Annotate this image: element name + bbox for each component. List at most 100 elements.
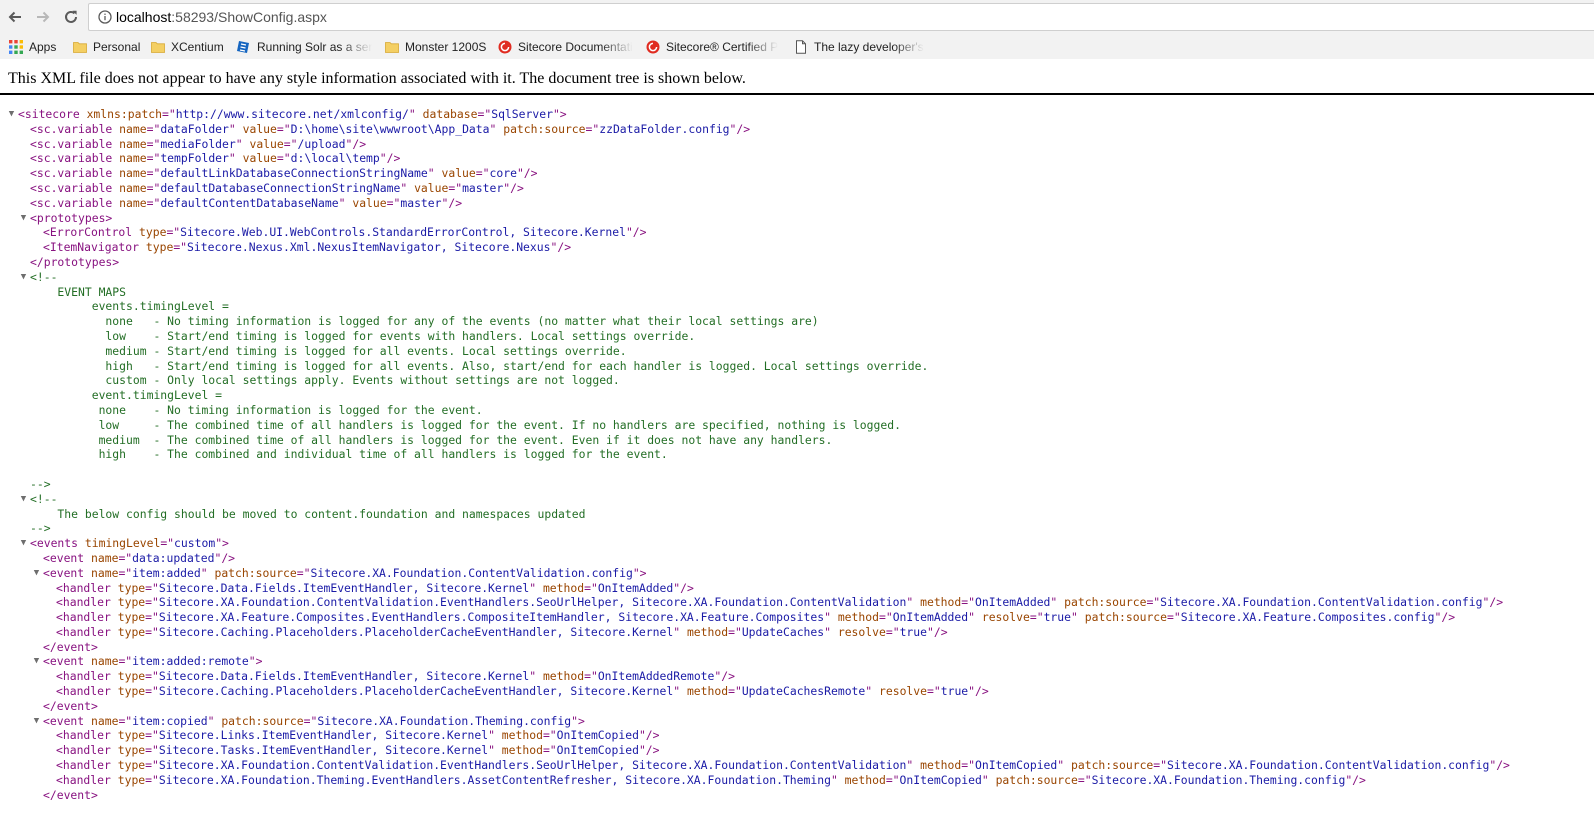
bookmark-personal[interactable]: Personal [73,34,143,59]
xml-line-text: </event> [43,639,98,654]
xml-line-text: low - The combined time of all handlers … [30,417,901,432]
xml-line: <sc.variable name="defaultContentDatabas… [0,196,1594,211]
xml-line: ▼ <events timingLevel="custom"> [0,536,1594,551]
bookmark-label: Running Solr as a ser [257,39,373,54]
reload-icon [65,10,77,23]
xml-line-text: <event name="item:added" patch:source="S… [43,565,647,580]
reload-button[interactable] [60,6,82,28]
url-text[interactable]: localhost:58293/ShowConfig.aspx [116,9,327,25]
bookmark-label: Sitecore Documentati [518,39,633,54]
xml-line: </event> [0,788,1594,803]
bookmark-apps[interactable]: Apps [9,34,67,59]
sitecore-icon [498,40,512,53]
xml-line-text: <sc.variable name="defaultDatabaseConnec… [30,180,524,195]
xml-line: --> [0,521,1594,536]
xml-line-text: high - Start/end timing is logged for al… [30,358,929,373]
xml-line: <handler type="Sitecore.Links.ItemEventH… [0,728,1594,743]
xml-line-text: medium - The combined time of all handle… [30,432,833,447]
bookmark-sitecore-certified[interactable]: Sitecore® Certified P [646,34,784,59]
collapse-toggle-icon[interactable]: ▼ [31,654,42,669]
xml-line-text: EVENT MAPS [30,284,127,299]
xml-line: <sc.variable name="defaultLinkDatabaseCo… [0,166,1594,181]
xml-line-text: <handler type="Sitecore.Data.Fields.Item… [56,580,694,595]
xml-line-text: <prototypes> [30,210,113,225]
xml-line: event.timingLevel = [0,388,1594,403]
bookmark-label: The lazy developer's [814,39,924,54]
url-path: :58293/ShowConfig.aspx [171,9,327,25]
bookmark-monster[interactable]: Monster 1200S [385,34,489,59]
xml-line: high - The combined and individual time … [0,447,1594,462]
xml-line: ▼ <event name="item:added:remote"> [0,654,1594,669]
xml-line-text: </event> [43,698,98,713]
xml-line: EVENT MAPS [0,285,1594,300]
address-bar[interactable]: localhost:58293/ShowConfig.aspx [88,3,1594,31]
bookmark-lazy-developer[interactable]: The lazy developer's [794,34,930,59]
bookmark-xcentium[interactable]: XCentium [151,34,229,59]
xml-line-text: <!-- [30,491,58,506]
xml-line-text: <ErrorControl type="Sitecore.Web.UI.WebC… [43,225,647,240]
xml-line: low - Start/end timing is logged for eve… [0,329,1594,344]
xml-line: <handler type="Sitecore.XA.Foundation.Co… [0,758,1594,773]
xml-line: <handler type="Sitecore.Caching.Placehol… [0,625,1594,640]
xml-line: ▼ <event name="item:added" patch:source="… [0,566,1594,581]
xml-line-text: The below config should be moved to cont… [30,506,586,521]
xml-line-text: <handler type="Sitecore.XA.Foundation.Co… [56,595,1504,610]
xml-line-text: <event name="item:added:remote"> [43,654,263,669]
xml-line: low - The combined time of all handlers … [0,418,1594,433]
xml-line: medium - Start/end timing is logged for … [0,344,1594,359]
xml-line-text: none - No timing information is logged f… [30,314,819,329]
xml-line-text: low - Start/end timing is logged for eve… [30,328,696,343]
collapse-toggle-icon[interactable]: ▼ [31,566,42,581]
browser-toolbar: localhost:58293/ShowConfig.aspx [0,0,1594,34]
xml-line: <handler type="Sitecore.XA.Foundation.Th… [0,773,1594,788]
xml-line-text: <handler type="Sitecore.Caching.Placehol… [56,684,989,699]
xml-line-text: <!-- [30,269,58,284]
collapse-toggle-icon[interactable]: ▼ [31,714,42,729]
bookmark-label: Personal [93,39,141,54]
bookmark-sitecore-docs[interactable]: Sitecore Documentati [498,34,636,59]
forward-button[interactable] [32,6,54,28]
bookmark-label: Apps [29,39,57,54]
collapse-toggle-icon[interactable]: ▼ [18,536,29,551]
xml-line [0,462,1594,477]
xml-line: ▼ <!-- [0,270,1594,285]
bookmark-label: XCentium [171,39,224,54]
collapse-toggle-icon[interactable]: ▼ [18,270,29,285]
xml-line-text: event.timingLevel = [30,388,223,403]
bookmark-label: Sitecore® Certified P [666,39,779,54]
xml-line: </prototypes> [0,255,1594,270]
xml-line: ▼ <prototypes> [0,211,1594,226]
xml-line-text: <sc.variable name="defaultContentDatabas… [30,195,463,210]
xml-line: none - No timing information is logged f… [0,403,1594,418]
xml-line-text: <handler type="Sitecore.XA.Foundation.Co… [56,758,1510,773]
bookmark-label: Monster 1200S [405,39,487,54]
xml-document-tree: ▼ <sitecore xmlns:patch="http://www.sitec… [0,107,1594,802]
xml-line: <handler type="Sitecore.XA.Feature.Compo… [0,610,1594,625]
collapse-toggle-icon[interactable]: ▼ [18,211,29,226]
xml-line-text: </prototypes> [30,254,120,269]
folder-icon [151,41,165,53]
xml-line: <sc.variable name="tempFolder" value="d:… [0,151,1594,166]
xml-line: ▼ <sitecore xmlns:patch="http://www.sitec… [0,107,1594,122]
xml-line: <event name="data:updated"/> [0,551,1594,566]
xml-line: ▼ <event name="item:copied" patch:source=… [0,714,1594,729]
xml-line-text: high - The combined and individual time … [30,447,668,462]
xml-line-text: <handler type="Sitecore.XA.Feature.Compo… [56,610,1456,625]
info-icon[interactable] [98,10,112,24]
bookmark-running-solr[interactable]: Running Solr as a ser [237,34,375,59]
xml-line: <handler type="Sitecore.Data.Fields.Item… [0,581,1594,596]
solr-icon [237,40,249,53]
xml-line-text: <handler type="Sitecore.Data.Fields.Item… [56,669,735,684]
xml-line: medium - The combined time of all handle… [0,433,1594,448]
xml-line-text: --> [30,476,51,491]
xml-line: ▼ <!-- [0,492,1594,507]
back-button[interactable] [4,6,26,28]
back-arrow-icon [8,11,21,23]
xml-line-text: <event name="data:updated"/> [43,550,236,565]
collapse-toggle-icon[interactable]: ▼ [6,107,17,122]
forward-arrow-icon [37,11,50,23]
bookmarks-bar: Apps Personal XCentium Running Solr as a… [0,34,1594,59]
xml-line-text: <sitecore xmlns:patch="http://www.siteco… [18,107,567,121]
url-host: localhost [116,9,172,25]
collapse-toggle-icon[interactable]: ▼ [18,492,29,507]
